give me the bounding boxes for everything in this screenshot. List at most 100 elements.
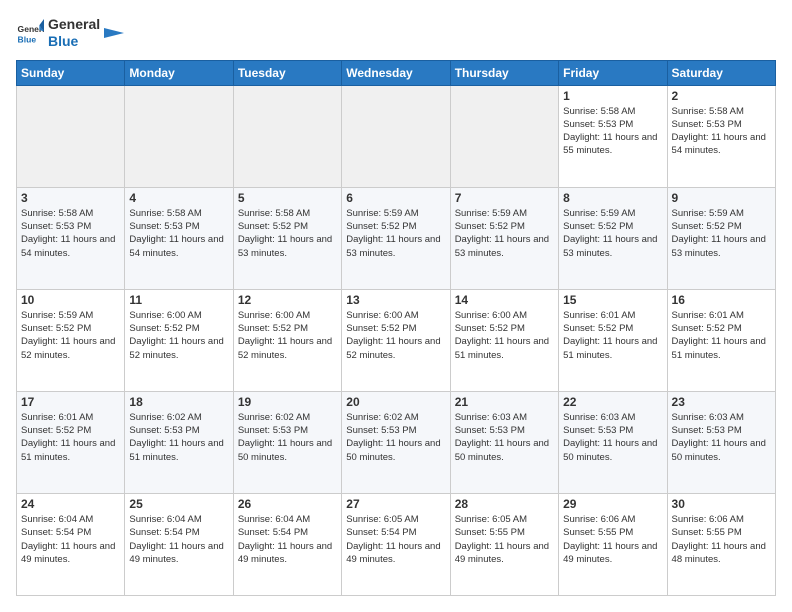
weekday-header-tuesday: Tuesday bbox=[233, 60, 341, 85]
day-info: Sunrise: 5:58 AMSunset: 5:53 PMDaylight:… bbox=[672, 105, 771, 158]
logo: General Blue General Blue bbox=[16, 16, 124, 50]
day-info: Sunrise: 6:05 AMSunset: 5:55 PMDaylight:… bbox=[455, 513, 554, 566]
day-info: Sunrise: 6:04 AMSunset: 5:54 PMDaylight:… bbox=[238, 513, 337, 566]
calendar-cell bbox=[17, 85, 125, 187]
calendar-cell: 13Sunrise: 6:00 AMSunset: 5:52 PMDayligh… bbox=[342, 289, 450, 391]
calendar-cell: 4 Sunrise: 5:58 AMSunset: 5:53 PMDaylight… bbox=[125, 187, 233, 289]
calendar-cell bbox=[125, 85, 233, 187]
calendar-cell: 19Sunrise: 6:02 AMSunset: 5:53 PMDayligh… bbox=[233, 391, 341, 493]
day-number: 27 bbox=[346, 497, 445, 511]
calendar-cell: 30 Sunrise: 6:06 AMSunset: 5:55 PMDayligh… bbox=[667, 493, 775, 595]
day-number: 24 bbox=[21, 497, 120, 511]
day-info: Sunrise: 5:59 AMSunset: 5:52 PMDaylight:… bbox=[455, 207, 554, 260]
calendar-cell: 24 Sunrise: 6:04 AMSunset: 5:54 PMDayligh… bbox=[17, 493, 125, 595]
day-number: 18 bbox=[129, 395, 228, 409]
day-info: Sunrise: 6:02 AMSunset: 5:53 PMDaylight:… bbox=[346, 411, 445, 464]
calendar-cell: 21 Sunrise: 6:03 AMSunset: 5:53 PMDayligh… bbox=[450, 391, 558, 493]
day-info: Sunrise: 6:03 AMSunset: 5:53 PMDaylight:… bbox=[672, 411, 771, 464]
calendar-cell: 15 Sunrise: 6:01 AMSunset: 5:52 PMDayligh… bbox=[559, 289, 667, 391]
day-info: Sunrise: 6:06 AMSunset: 5:55 PMDaylight:… bbox=[563, 513, 662, 566]
day-number: 2 bbox=[672, 89, 771, 103]
svg-text:Blue: Blue bbox=[18, 34, 37, 44]
calendar-cell: 6Sunrise: 5:59 AMSunset: 5:52 PMDaylight… bbox=[342, 187, 450, 289]
calendar-cell bbox=[233, 85, 341, 187]
calendar-cell: 17 Sunrise: 6:01 AMSunset: 5:52 PMDayligh… bbox=[17, 391, 125, 493]
calendar-cell: 1 Sunrise: 5:58 AMSunset: 5:53 PMDaylight… bbox=[559, 85, 667, 187]
logo-icon: General Blue bbox=[16, 19, 44, 47]
day-number: 20 bbox=[346, 395, 445, 409]
day-info: Sunrise: 6:00 AMSunset: 5:52 PMDaylight:… bbox=[455, 309, 554, 362]
weekday-header-friday: Friday bbox=[559, 60, 667, 85]
weekday-header-sunday: Sunday bbox=[17, 60, 125, 85]
page: General Blue General Blue Su bbox=[0, 0, 792, 612]
day-number: 6 bbox=[346, 191, 445, 205]
weekday-header-wednesday: Wednesday bbox=[342, 60, 450, 85]
day-number: 21 bbox=[455, 395, 554, 409]
day-number: 4 bbox=[129, 191, 228, 205]
day-number: 16 bbox=[672, 293, 771, 307]
day-number: 8 bbox=[563, 191, 662, 205]
header: General Blue General Blue bbox=[16, 16, 776, 50]
calendar-cell: 25Sunrise: 6:04 AMSunset: 5:54 PMDayligh… bbox=[125, 493, 233, 595]
calendar-cell: 28 Sunrise: 6:05 AMSunset: 5:55 PMDayligh… bbox=[450, 493, 558, 595]
calendar-cell: 23 Sunrise: 6:03 AMSunset: 5:53 PMDayligh… bbox=[667, 391, 775, 493]
logo-arrow-icon bbox=[104, 23, 124, 43]
calendar-cell: 16 Sunrise: 6:01 AMSunset: 5:52 PMDayligh… bbox=[667, 289, 775, 391]
day-number: 30 bbox=[672, 497, 771, 511]
day-info: Sunrise: 6:01 AMSunset: 5:52 PMDaylight:… bbox=[563, 309, 662, 362]
day-number: 3 bbox=[21, 191, 120, 205]
day-number: 1 bbox=[563, 89, 662, 103]
weekday-header-thursday: Thursday bbox=[450, 60, 558, 85]
day-info: Sunrise: 5:59 AMSunset: 5:52 PMDaylight:… bbox=[672, 207, 771, 260]
day-number: 9 bbox=[672, 191, 771, 205]
day-number: 28 bbox=[455, 497, 554, 511]
calendar-week-row: 10Sunrise: 5:59 AMSunset: 5:52 PMDayligh… bbox=[17, 289, 776, 391]
day-number: 10 bbox=[21, 293, 120, 307]
calendar-cell: 7 Sunrise: 5:59 AMSunset: 5:52 PMDaylight… bbox=[450, 187, 558, 289]
day-info: Sunrise: 6:03 AMSunset: 5:53 PMDaylight:… bbox=[455, 411, 554, 464]
calendar-week-row: 3 Sunrise: 5:58 AMSunset: 5:53 PMDaylight… bbox=[17, 187, 776, 289]
day-info: Sunrise: 5:58 AMSunset: 5:52 PMDaylight:… bbox=[238, 207, 337, 260]
day-number: 7 bbox=[455, 191, 554, 205]
calendar-cell: 22 Sunrise: 6:03 AMSunset: 5:53 PMDayligh… bbox=[559, 391, 667, 493]
day-info: Sunrise: 5:58 AMSunset: 5:53 PMDaylight:… bbox=[563, 105, 662, 158]
weekday-header-saturday: Saturday bbox=[667, 60, 775, 85]
day-info: Sunrise: 6:04 AMSunset: 5:54 PMDaylight:… bbox=[21, 513, 120, 566]
day-number: 29 bbox=[563, 497, 662, 511]
logo-text: General Blue bbox=[48, 16, 100, 50]
day-number: 5 bbox=[238, 191, 337, 205]
calendar-cell bbox=[342, 85, 450, 187]
calendar-table: SundayMondayTuesdayWednesdayThursdayFrid… bbox=[16, 60, 776, 596]
calendar-cell: 20 Sunrise: 6:02 AMSunset: 5:53 PMDayligh… bbox=[342, 391, 450, 493]
calendar-cell: 5 Sunrise: 5:58 AMSunset: 5:52 PMDaylight… bbox=[233, 187, 341, 289]
day-info: Sunrise: 6:06 AMSunset: 5:55 PMDaylight:… bbox=[672, 513, 771, 566]
day-number: 23 bbox=[672, 395, 771, 409]
day-info: Sunrise: 6:02 AMSunset: 5:53 PMDaylight:… bbox=[238, 411, 337, 464]
day-info: Sunrise: 5:58 AMSunset: 5:53 PMDaylight:… bbox=[21, 207, 120, 260]
weekday-header-monday: Monday bbox=[125, 60, 233, 85]
day-info: Sunrise: 6:05 AMSunset: 5:54 PMDaylight:… bbox=[346, 513, 445, 566]
calendar-week-row: 17 Sunrise: 6:01 AMSunset: 5:52 PMDayligh… bbox=[17, 391, 776, 493]
day-number: 13 bbox=[346, 293, 445, 307]
day-info: Sunrise: 6:00 AMSunset: 5:52 PMDaylight:… bbox=[238, 309, 337, 362]
calendar-cell: 27 Sunrise: 6:05 AMSunset: 5:54 PMDayligh… bbox=[342, 493, 450, 595]
calendar-cell: 2 Sunrise: 5:58 AMSunset: 5:53 PMDaylight… bbox=[667, 85, 775, 187]
day-info: Sunrise: 6:03 AMSunset: 5:53 PMDaylight:… bbox=[563, 411, 662, 464]
calendar-cell: 10Sunrise: 5:59 AMSunset: 5:52 PMDayligh… bbox=[17, 289, 125, 391]
day-number: 11 bbox=[129, 293, 228, 307]
day-number: 17 bbox=[21, 395, 120, 409]
day-info: Sunrise: 6:01 AMSunset: 5:52 PMDaylight:… bbox=[672, 309, 771, 362]
day-info: Sunrise: 6:01 AMSunset: 5:52 PMDaylight:… bbox=[21, 411, 120, 464]
day-info: Sunrise: 5:58 AMSunset: 5:53 PMDaylight:… bbox=[129, 207, 228, 260]
day-number: 12 bbox=[238, 293, 337, 307]
calendar-cell: 29 Sunrise: 6:06 AMSunset: 5:55 PMDayligh… bbox=[559, 493, 667, 595]
calendar-week-row: 1 Sunrise: 5:58 AMSunset: 5:53 PMDaylight… bbox=[17, 85, 776, 187]
day-number: 22 bbox=[563, 395, 662, 409]
day-number: 14 bbox=[455, 293, 554, 307]
calendar-cell: 18Sunrise: 6:02 AMSunset: 5:53 PMDayligh… bbox=[125, 391, 233, 493]
calendar-cell: 12 Sunrise: 6:00 AMSunset: 5:52 PMDayligh… bbox=[233, 289, 341, 391]
calendar-cell: 26Sunrise: 6:04 AMSunset: 5:54 PMDayligh… bbox=[233, 493, 341, 595]
day-number: 15 bbox=[563, 293, 662, 307]
day-info: Sunrise: 5:59 AMSunset: 5:52 PMDaylight:… bbox=[563, 207, 662, 260]
calendar-cell: 3 Sunrise: 5:58 AMSunset: 5:53 PMDaylight… bbox=[17, 187, 125, 289]
